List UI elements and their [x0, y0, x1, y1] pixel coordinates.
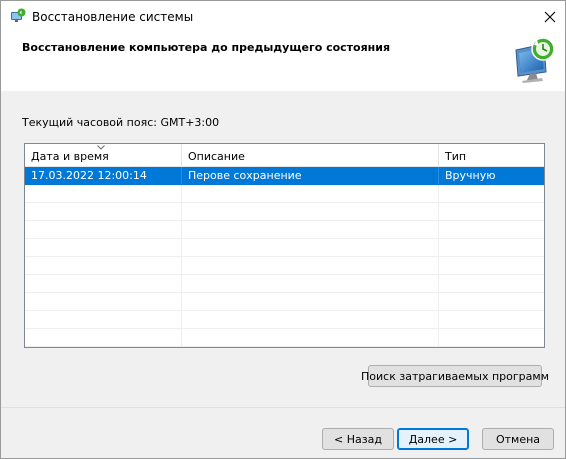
wizard-footer: < Назад Далее > Отмена	[1, 407, 565, 458]
column-header-description[interactable]: Описание	[182, 144, 439, 166]
back-button[interactable]: < Назад	[322, 428, 394, 450]
wizard-content: Текущий часовой пояс: GMT+3:00 Дата и вр…	[1, 91, 565, 407]
system-restore-icon	[11, 8, 26, 22]
empty-row	[25, 329, 544, 347]
empty-row	[25, 311, 544, 329]
column-header-label: Тип	[445, 150, 467, 163]
column-header-type[interactable]: Тип	[439, 144, 544, 166]
sort-descending-icon	[97, 145, 105, 150]
cell-description: Перове сохранение	[182, 167, 439, 184]
close-button[interactable]	[535, 1, 565, 33]
next-button[interactable]: Далее >	[397, 428, 469, 450]
empty-row	[25, 275, 544, 293]
system-restore-window: Восстановление системы Восстановление ко…	[0, 0, 566, 459]
wizard-header: Восстановление компьютера до предыдущего…	[1, 33, 565, 91]
timezone-label: Текущий часовой пояс: GMT+3:00	[22, 116, 220, 129]
cancel-button[interactable]: Отмена	[482, 428, 554, 450]
restore-points-table[interactable]: Дата и время Описание Тип 17.03.2022 12:…	[24, 143, 545, 348]
table-row[interactable]: 17.03.2022 12:00:14 Перове сохранение Вр…	[25, 167, 544, 185]
close-icon	[544, 11, 556, 23]
window-title: Восстановление системы	[32, 10, 194, 24]
column-header-label: Дата и время	[31, 150, 109, 163]
empty-row	[25, 239, 544, 257]
scan-affected-programs-button[interactable]: Поиск затрагиваемых программ	[361, 365, 549, 387]
column-header-label: Описание	[188, 150, 245, 163]
empty-row	[25, 203, 544, 221]
title-bar: Восстановление системы	[1, 1, 565, 33]
empty-row	[25, 257, 544, 275]
empty-row	[25, 185, 544, 203]
page-title: Восстановление компьютера до предыдущего…	[22, 41, 391, 54]
system-restore-monitor-icon	[515, 37, 555, 83]
cell-type: Вручную	[445, 169, 496, 182]
empty-row	[25, 221, 544, 239]
column-header-date[interactable]: Дата и время	[25, 144, 182, 166]
empty-row	[25, 293, 544, 311]
cell-date: 17.03.2022 12:00:14	[25, 167, 182, 184]
table-header: Дата и время Описание Тип	[25, 144, 544, 167]
